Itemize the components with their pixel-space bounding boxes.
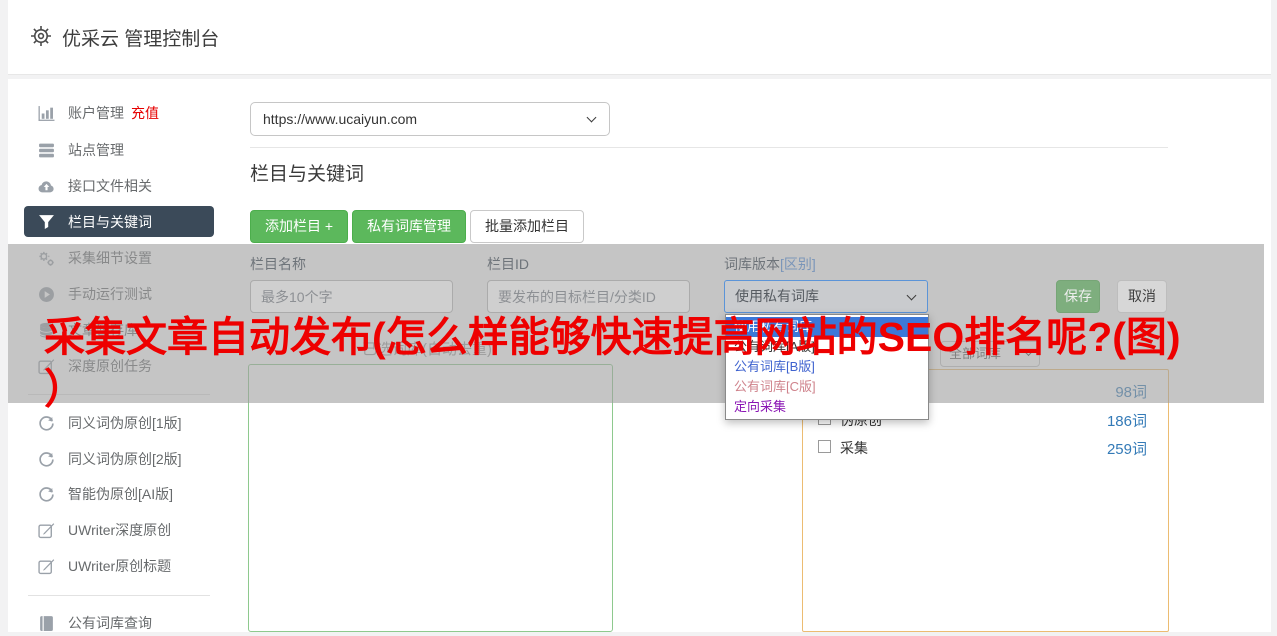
dropdown-option[interactable]: 使用私有词库 bbox=[726, 317, 928, 337]
sidebar-item-label: 栏目与关键词 bbox=[68, 213, 152, 230]
cloud-upload-icon bbox=[38, 178, 55, 195]
batch-add-button[interactable]: 批量添加栏目 bbox=[470, 210, 584, 243]
sidebar-item-account[interactable]: 账户管理 充值 bbox=[24, 95, 214, 131]
refresh-icon bbox=[38, 415, 55, 432]
site-select[interactable]: https://www.ucaiyun.com bbox=[250, 102, 610, 136]
sidebar-divider bbox=[28, 595, 210, 596]
keyword-count: 186词 bbox=[1106, 413, 1147, 430]
dim-overlay bbox=[8, 244, 1264, 403]
divider bbox=[250, 147, 1168, 148]
dropdown-option[interactable]: 定向采集 bbox=[726, 397, 928, 417]
sidebar-item-public-dict-query[interactable]: 公有词库查询 bbox=[24, 605, 214, 636]
dropdown-option[interactable]: 公有词库[B版] bbox=[726, 357, 928, 377]
refresh-icon bbox=[38, 451, 55, 468]
keyword-row: 采集 259词 bbox=[802, 438, 1169, 458]
app-title: 优采云 管理控制台 bbox=[62, 29, 220, 50]
page-title: 栏目与关键词 bbox=[250, 164, 365, 185]
sidebar-item-ai-pseudo[interactable]: 智能伪原创[AI版] bbox=[24, 476, 214, 512]
bar-chart-icon bbox=[38, 105, 55, 122]
sidebar-item-label: UWriter原创标题 bbox=[68, 558, 172, 574]
keyword-count: 259词 bbox=[1106, 441, 1147, 458]
chevron-down-icon bbox=[586, 112, 597, 123]
dict-version-value: 使用私有词库 bbox=[735, 288, 819, 304]
sidebar-item-synonym-v1[interactable]: 同义词伪原创[1版] bbox=[24, 405, 214, 441]
column-name-label: 栏目名称 bbox=[250, 256, 306, 272]
edit-icon bbox=[38, 558, 55, 575]
app-header: 优采云 管理控制台 bbox=[8, 0, 1271, 75]
gear-icon bbox=[29, 24, 53, 48]
funnel-icon bbox=[38, 213, 55, 230]
sidebar-item-label: 接口文件相关 bbox=[68, 178, 152, 194]
dict-version-diff-link[interactable]: [区别] bbox=[780, 256, 816, 272]
sidebar-item-interface-files[interactable]: 接口文件相关 bbox=[24, 168, 214, 204]
server-icon bbox=[38, 142, 55, 159]
sidebar-item-label: 智能伪原创[AI版] bbox=[68, 486, 174, 502]
dict-version-label: 词库版本[区别] bbox=[724, 254, 816, 274]
edit-icon bbox=[38, 522, 55, 539]
selected-keywords-box[interactable] bbox=[248, 364, 613, 632]
page: 优采云 管理控制台 账户管理 充值 站点管理 接口文件相关 栏目与关键词 同义词… bbox=[0, 0, 1277, 636]
sidebar-item-label: 账户管理 bbox=[68, 105, 124, 121]
private-dict-button[interactable]: 私有词库管理 bbox=[352, 210, 466, 243]
column-name-input[interactable] bbox=[250, 280, 453, 313]
sidebar-item-label: 同义词伪原创[1版] bbox=[68, 415, 182, 431]
add-column-button[interactable]: 添加栏目 + bbox=[250, 210, 349, 243]
sidebar-item-synonym-v2[interactable]: 同义词伪原创[2版] bbox=[24, 441, 214, 477]
save-button[interactable]: 保存 bbox=[1056, 280, 1100, 313]
book-icon bbox=[38, 615, 55, 632]
column-id-label: 栏目ID bbox=[487, 256, 529, 272]
sidebar-item-uwriter-title[interactable]: UWriter原创标题 bbox=[24, 548, 214, 584]
dict-version-dropdown: 使用私有词库 公有词库[A版] 公有词库[B版] 公有词库[C版] 定向采集 bbox=[725, 314, 929, 420]
sidebar-item-label: 公有词库查询 bbox=[68, 615, 152, 631]
dict-version-label-text: 词库版本 bbox=[724, 256, 780, 272]
sidebar-item-columns-keywords[interactable]: 栏目与关键词 bbox=[24, 206, 214, 237]
dropdown-option[interactable]: 公有词库[C版] bbox=[726, 377, 928, 397]
sidebar-item-label: 站点管理 bbox=[68, 142, 124, 158]
recharge-badge[interactable]: 充值 bbox=[131, 103, 159, 123]
sidebar-item-sites[interactable]: 站点管理 bbox=[24, 132, 214, 168]
cancel-button[interactable]: 取消 bbox=[1117, 280, 1167, 313]
refresh-icon bbox=[38, 486, 55, 503]
column-id-input[interactable] bbox=[487, 280, 690, 313]
dropdown-option[interactable]: 公有词库[A版] bbox=[726, 337, 928, 357]
sidebar-item-label: UWriter深度原创 bbox=[68, 522, 172, 538]
sidebar-item-uwriter-deep[interactable]: UWriter深度原创 bbox=[24, 512, 214, 548]
site-select-value: https://www.ucaiyun.com bbox=[263, 111, 418, 127]
sidebar-item-label: 同义词伪原创[2版] bbox=[68, 451, 182, 467]
dict-version-select[interactable]: 使用私有词库 bbox=[724, 280, 928, 313]
keyword-label: 采集 bbox=[840, 440, 868, 456]
chevron-down-icon bbox=[906, 290, 917, 301]
keyword-checkbox[interactable] bbox=[818, 440, 831, 453]
